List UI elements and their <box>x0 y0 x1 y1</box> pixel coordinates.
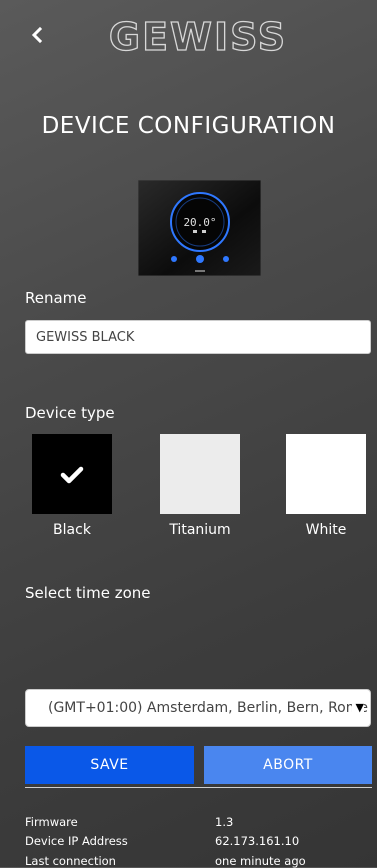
save-button[interactable]: SAVE <box>25 746 194 784</box>
chevron-left-icon <box>31 26 43 44</box>
firmware-label: Firmware <box>25 815 78 829</box>
divider <box>25 787 372 788</box>
timezone-label: Select time zone <box>25 584 151 602</box>
firmware-value: 1.3 <box>215 815 234 829</box>
abort-button[interactable]: ABORT <box>204 746 372 784</box>
device-type-titanium-swatch[interactable] <box>160 434 240 514</box>
device-type-black-label: Black <box>53 522 91 538</box>
device-type-white-swatch[interactable] <box>286 434 366 514</box>
rename-input[interactable]: GEWISS BLACK <box>25 320 371 354</box>
device-type-titanium-label: Titanium <box>169 522 231 538</box>
svg-text:GEWISS: GEWISS <box>110 15 286 58</box>
checkmark-icon <box>60 466 84 484</box>
last-connection-label: Last connection <box>25 854 116 868</box>
page-title: DEVICE CONFIGURATION <box>41 113 336 139</box>
device-image: 20.0° <box>137 179 262 277</box>
ip-address-value: 62.173.161.10 <box>215 834 300 848</box>
rename-label: Rename <box>25 289 87 307</box>
gewiss-logo: GEWISS <box>108 14 286 59</box>
ip-address-label: Device IP Address <box>25 834 128 848</box>
device-type-white-label: White <box>305 522 347 538</box>
dropdown-caret-icon: ▼ <box>351 690 364 726</box>
device-type-black-swatch[interactable] <box>32 434 112 514</box>
back-button[interactable] <box>26 24 48 46</box>
device-display-value: 20.0° <box>183 216 216 229</box>
timezone-select[interactable]: (GMT+01:00) Amsterdam, Berlin, Bern, Rom… <box>25 689 371 727</box>
timezone-selected-value: (GMT+01:00) Amsterdam, Berlin, Bern, Rom… <box>48 700 368 716</box>
device-type-label: Device type <box>25 404 115 422</box>
last-connection-value: one minute ago <box>215 854 306 868</box>
